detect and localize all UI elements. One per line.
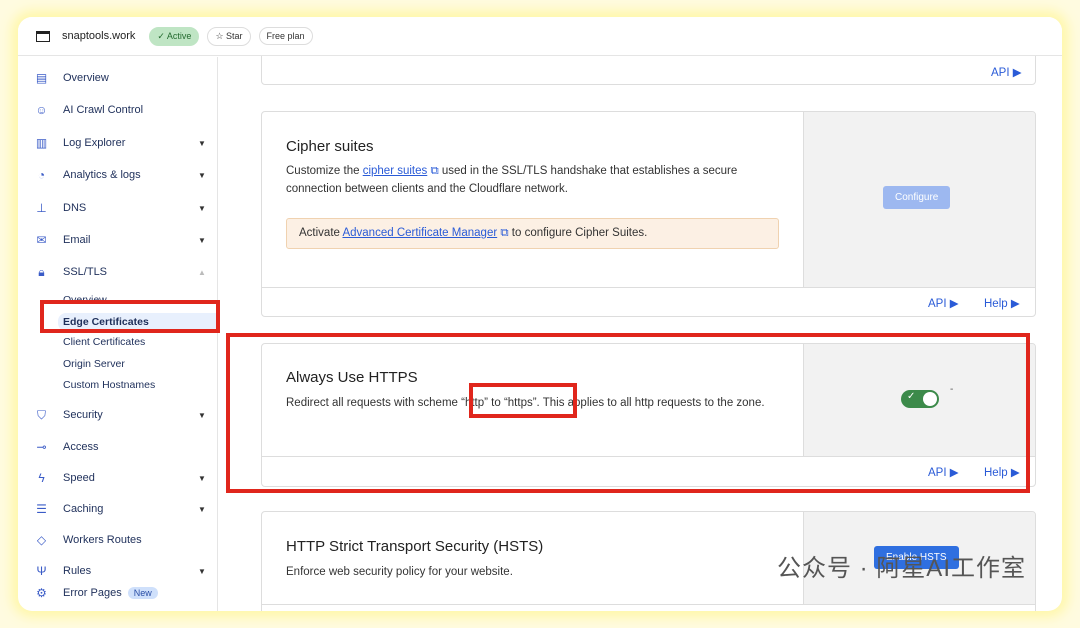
chevron-up-icon: ▲ bbox=[198, 267, 206, 277]
help-label: Help bbox=[984, 298, 1008, 310]
rules-icon: Ψ bbox=[36, 564, 47, 578]
card-title: Cipher suites bbox=[286, 138, 374, 155]
star-button[interactable]: ☆ Star bbox=[207, 26, 251, 46]
cipher-suites-link[interactable]: cipher suites bbox=[363, 165, 428, 177]
ssl-sub-client-certificates[interactable]: Client Certificates bbox=[63, 336, 145, 348]
card-footer bbox=[262, 604, 1035, 611]
upgrade-notice: Activate Advanced Certificate Manager ⧉ … bbox=[286, 218, 779, 249]
site-name[interactable]: snaptools.work bbox=[62, 30, 135, 42]
error-pages-icon: ⚙ bbox=[36, 586, 47, 600]
sidebar-item-caching[interactable]: ☰ Caching ▼ bbox=[18, 499, 218, 519]
label: Error Pages bbox=[63, 587, 122, 599]
card-description: Enforce web security policy for your web… bbox=[286, 566, 513, 578]
help-link[interactable]: Help ▶ bbox=[984, 296, 1020, 310]
plan-badge[interactable]: Free plan bbox=[258, 27, 313, 45]
label: Speed bbox=[63, 472, 95, 484]
card-action-panel: Configure bbox=[803, 112, 1035, 287]
watermark: 公众号 · 阿星AI工作室 bbox=[776, 555, 1026, 582]
chevron-down-icon: ▼ bbox=[198, 410, 206, 420]
acm-link[interactable]: Advanced Certificate Manager bbox=[342, 227, 497, 239]
label: SSL/TLS bbox=[63, 266, 108, 278]
sidebar-item-analytics[interactable]: ◔ Analytics & logs ▼ bbox=[18, 165, 218, 185]
chevron-down-icon: ▼ bbox=[198, 170, 206, 180]
sidebar-item-dns[interactable]: ⊥ DNS ▼ bbox=[18, 198, 218, 218]
external-link-icon: ⧉ bbox=[430, 165, 439, 177]
label: Access bbox=[63, 441, 99, 453]
label: Workers Routes bbox=[63, 534, 142, 546]
network-icon: ⊥ bbox=[36, 201, 47, 215]
chevron-down-icon: ▼ bbox=[198, 566, 206, 576]
new-badge: New bbox=[127, 587, 158, 599]
notice-text: Activate bbox=[299, 227, 343, 239]
highlight-http-to-https bbox=[469, 383, 577, 418]
chevron-down-icon: ▼ bbox=[198, 138, 206, 148]
bolt-icon: ϟ bbox=[38, 471, 45, 485]
sidebar-item-overview[interactable]: ▤ Overview bbox=[18, 68, 218, 88]
shield-icon: ⛉ bbox=[36, 407, 46, 422]
ssl-sub-custom-hostnames[interactable]: Custom Hostnames bbox=[63, 379, 155, 391]
lock-icon: 🔒︎ bbox=[38, 264, 45, 279]
access-icon: ⊸ bbox=[36, 440, 47, 454]
chevron-down-icon: ▼ bbox=[198, 504, 206, 514]
chart-icon: ◔ bbox=[37, 168, 46, 182]
label: Log Explorer bbox=[63, 137, 126, 149]
label: Email bbox=[63, 234, 91, 246]
chevron-down-icon: ▼ bbox=[198, 235, 206, 245]
sidebar-item-access[interactable]: ⊸ Access bbox=[18, 437, 218, 457]
cipher-suites-card: Configure Cipher suites Customize the ci… bbox=[261, 111, 1036, 317]
sidebar-item-ssl-tls[interactable]: 🔒︎ SSL/TLS ▲ bbox=[18, 262, 218, 282]
highlight-edge-certificates bbox=[40, 300, 220, 333]
chevron-down-icon: ▼ bbox=[198, 203, 206, 213]
caching-icon: ☰ bbox=[36, 502, 47, 516]
header: snaptools.work ✓ Active ☆ Star Free plan bbox=[18, 17, 1062, 56]
desc-text: Customize the bbox=[286, 165, 363, 177]
sidebar-item-security[interactable]: ⛉ Security ▼ bbox=[18, 405, 218, 425]
sidebar-item-ai-crawl[interactable]: ☺ AI Crawl Control bbox=[18, 100, 218, 120]
label: Security bbox=[63, 409, 103, 421]
api-label: API bbox=[928, 298, 947, 310]
robot-icon: ☺ bbox=[35, 103, 48, 117]
card-title: HTTP Strict Transport Security (HSTS) bbox=[286, 538, 544, 555]
clipboard-icon: ▤ bbox=[35, 71, 48, 85]
card-description: Customize the cipher suites ⧉ used in th… bbox=[286, 162, 776, 198]
highlight-https-card bbox=[226, 333, 1030, 493]
sidebar-item-email[interactable]: ✉ Email ▼ bbox=[18, 230, 218, 250]
sidebar-item-workers-routes[interactable]: ◇ Workers Routes bbox=[18, 530, 218, 550]
chevron-down-icon: ▼ bbox=[198, 473, 206, 483]
status-label: Active bbox=[166, 30, 192, 41]
api-link[interactable]: API ▶ bbox=[928, 296, 959, 310]
label: AI Crawl Control bbox=[63, 104, 144, 116]
label: Caching bbox=[63, 503, 104, 515]
app-window: snaptools.work ✓ Active ☆ Star Free plan… bbox=[18, 17, 1062, 611]
sidebar-item-error-pages[interactable]: ⚙ Error Pages New bbox=[18, 583, 218, 603]
workers-icon: ◇ bbox=[36, 533, 47, 547]
log-icon: ▥ bbox=[35, 136, 48, 150]
star-label: Star bbox=[226, 30, 243, 41]
browser-window-icon bbox=[36, 30, 50, 42]
sidebar-item-log-explorer[interactable]: ▥ Log Explorer ▼ bbox=[18, 133, 218, 153]
status-badge: ✓ Active bbox=[149, 26, 200, 46]
sidebar-item-speed[interactable]: ϟ Speed ▼ bbox=[18, 468, 218, 488]
sidebar-item-rules[interactable]: Ψ Rules ▼ bbox=[18, 561, 218, 581]
api-link[interactable]: API ▶ bbox=[991, 65, 1022, 79]
card-footer: API ▶ Help ▶ bbox=[262, 287, 1035, 316]
email-icon: ✉ bbox=[36, 233, 47, 247]
external-link-icon: ⧉ bbox=[500, 227, 509, 239]
label: Analytics & logs bbox=[63, 169, 141, 181]
notice-text: to configure Cipher Suites. bbox=[508, 227, 648, 239]
label: Rules bbox=[63, 565, 92, 577]
label: DNS bbox=[63, 202, 87, 214]
api-label: API bbox=[991, 67, 1010, 79]
configure-button[interactable]: Configure bbox=[883, 186, 951, 209]
ssl-sub-origin-server[interactable]: Origin Server bbox=[63, 358, 125, 370]
label: Overview bbox=[63, 72, 109, 84]
sidebar: ▤ Overview ☺ AI Crawl Control ▥ Log Explore… bbox=[18, 57, 218, 611]
